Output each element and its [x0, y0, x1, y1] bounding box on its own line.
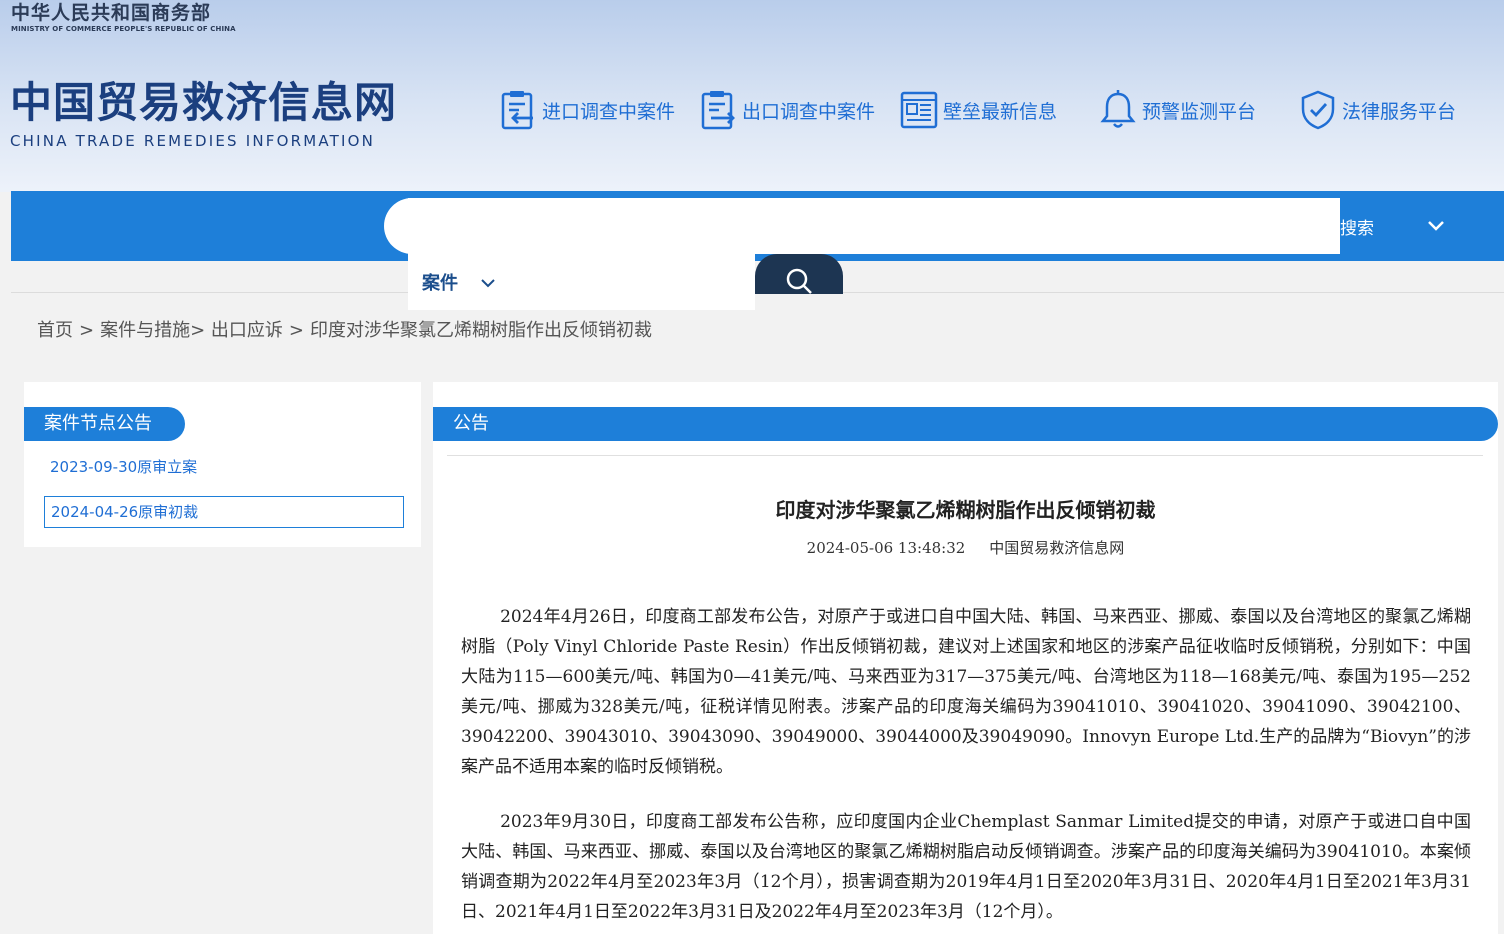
article-title: 印度对涉华聚氯乙烯糊树脂作出反倾销初裁 [775, 498, 1156, 522]
case-node-item[interactable]: 2023-09-30原审立案 [44, 452, 404, 484]
case-nodes-panel: 案件节点公告 2023-09-30原审立案 2024-04-26原审初裁 [24, 382, 421, 547]
topnav-label: 法律服务平台 [1342, 100, 1457, 123]
export-document-icon [698, 88, 738, 132]
ministry-logo[interactable]: 中华人民共和国商务部 MINISTRY OF COMMERCE PEOPLE'S… [11, 2, 236, 33]
breadcrumb-separator: > [79, 320, 95, 341]
chevron-down-icon [480, 273, 496, 292]
topnav-legal-platform[interactable]: 法律服务平台 [1298, 88, 1456, 132]
ministry-name-en: MINISTRY OF COMMERCE PEOPLE'S REPUBLIC O… [11, 25, 236, 33]
topnav-label: 出口调查中案件 [742, 100, 876, 123]
news-icon [899, 88, 939, 132]
site-name-cn: 中国贸易救济信息网 [10, 78, 398, 127]
article-body: 2024年4月26日，印度商工部发布公告，对原产于或进口自中国大陆、韩国、马来西… [461, 602, 1471, 934]
bell-icon [1098, 88, 1138, 132]
topnav-import-cases[interactable]: 进口调查中案件 [498, 88, 675, 132]
topnav-label: 壁垒最新信息 [943, 100, 1058, 123]
breadcrumb-export[interactable]: 出口应诉 [211, 320, 283, 341]
topnav-label: 进口调查中案件 [542, 100, 676, 123]
case-nodes-title: 案件节点公告 [24, 407, 185, 441]
ministry-name-cn: 中华人民共和国商务部 [11, 2, 212, 24]
search-button[interactable] [755, 254, 843, 294]
advanced-search-link[interactable]: 搜索 [1340, 214, 1374, 239]
topnav-barrier-news[interactable]: 壁垒最新信息 [899, 88, 1057, 132]
breadcrumb-cases[interactable]: 案件与措施> [100, 320, 205, 341]
breadcrumb-separator: > [288, 320, 305, 341]
chevron-down-icon[interactable] [1426, 216, 1446, 240]
article-paragraph: 2024年4月26日，印度商工部发布公告，对原产于或进口自中国大陆、韩国、马来西… [461, 607, 1471, 777]
breadcrumb: 首页 > 案件与措施> 出口应诉 > 印度对涉华聚氯乙烯糊树脂作出反倾销初裁 [37, 316, 652, 342]
topnav-label: 预警监测平台 [1142, 100, 1257, 123]
article-paragraph: 2023年9月30日，印度商工部发布公告称，应印度国内企业Chemplast S… [461, 812, 1471, 922]
divider [447, 455, 1483, 456]
breadcrumb-home[interactable]: 首页 [37, 320, 73, 341]
article-source: 中国贸易救济信息网 [989, 539, 1125, 557]
announcement-tab: 公告 [433, 407, 1498, 441]
search-input[interactable] [755, 198, 1340, 254]
article-meta: 2024-05-06 13:48:32 中国贸易救济信息网 [433, 537, 1498, 558]
article-date: 2024-05-06 13:48:32 [806, 539, 966, 557]
import-document-icon [498, 88, 538, 132]
search-type-label: 案件 [422, 273, 458, 294]
site-name-en: CHINA TRADE REMEDIES INFORMATION [10, 132, 376, 150]
shield-check-icon [1298, 88, 1338, 132]
topnav-warning-platform[interactable]: 预警监测平台 [1098, 88, 1256, 132]
search-icon [784, 266, 814, 294]
breadcrumb-current[interactable]: 印度对涉华聚氯乙烯糊树脂作出反倾销初裁 [310, 320, 652, 341]
search-type-select[interactable]: 案件 [408, 254, 528, 310]
case-node-item-active[interactable]: 2024-04-26原审初裁 [44, 496, 404, 528]
topnav-export-cases[interactable]: 出口调查中案件 [698, 88, 875, 132]
announcement-panel: 公告 印度对涉华聚氯乙烯糊树脂作出反倾销初裁 2024-05-06 13:48:… [433, 382, 1498, 934]
site-header: 中华人民共和国商务部 MINISTRY OF COMMERCE PEOPLE'S… [0, 0, 1504, 192]
site-logo[interactable]: 中国贸易救济信息网 CHINA TRADE REMEDIES INFORMATI… [10, 78, 397, 150]
